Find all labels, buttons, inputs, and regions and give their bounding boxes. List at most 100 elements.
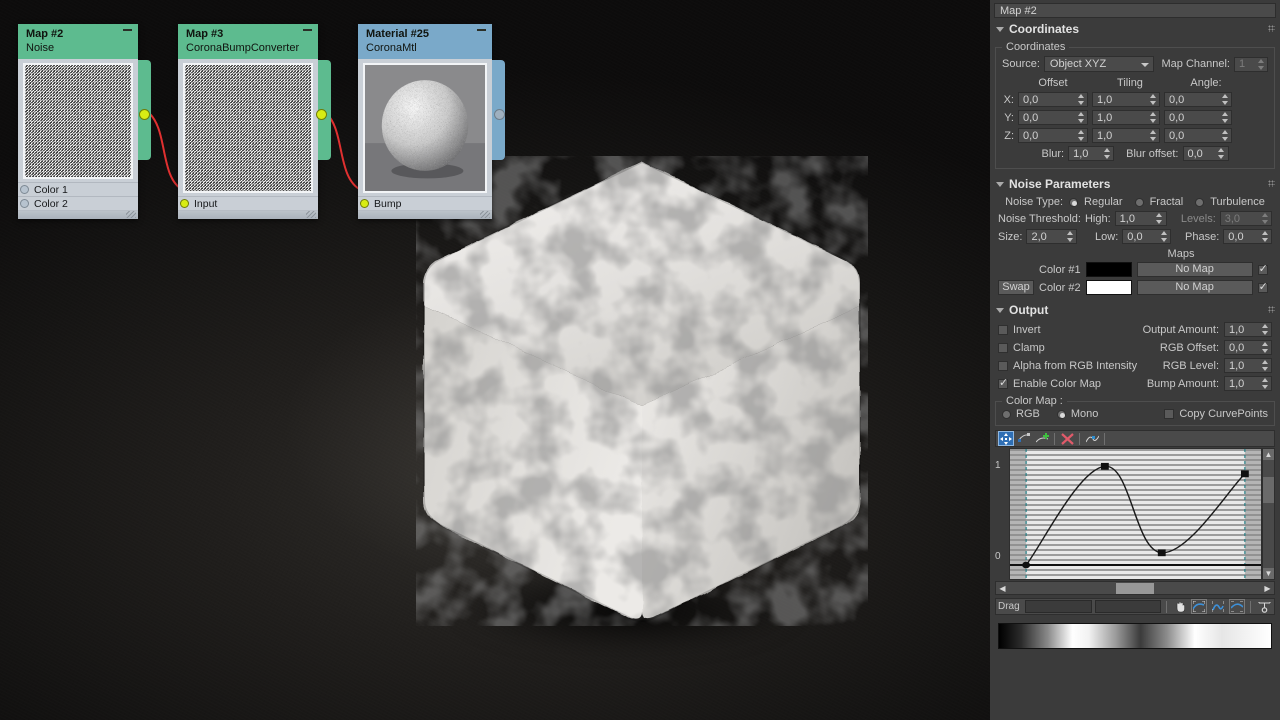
add-point-icon[interactable]	[1034, 431, 1050, 446]
offset-x-spinner[interactable]	[1018, 92, 1088, 107]
rollout-coordinates-header[interactable]: Coordinates	[990, 18, 1280, 39]
spinner-arrows-icon[interactable]	[1259, 360, 1270, 371]
delete-point-icon[interactable]	[1059, 431, 1075, 446]
viewport[interactable]: Map #2 Noise Color 1 Color 2 Map #3 Coro…	[0, 0, 990, 720]
low-spinner[interactable]	[1122, 229, 1172, 244]
curve-vertical-scrollbar[interactable]: ▲ ▼	[1262, 448, 1275, 580]
high-spinner[interactable]	[1114, 211, 1167, 226]
curve-plot[interactable]	[1010, 449, 1261, 579]
move-point-icon[interactable]	[998, 431, 1014, 446]
bezier-curve-icon[interactable]	[1084, 431, 1100, 446]
spinner-arrows-icon[interactable]	[1147, 112, 1158, 123]
zoom-region-icon[interactable]	[1229, 599, 1245, 614]
curve-editor[interactable]: 1 0 ▲ ▼	[995, 448, 1275, 580]
spinner-arrows-icon[interactable]	[1219, 130, 1230, 141]
noise-type-fractal-radio[interactable]	[1134, 197, 1144, 207]
node-map2-footer[interactable]	[18, 210, 138, 219]
minimize-icon[interactable]	[123, 29, 132, 31]
spinner-arrows-icon[interactable]	[1147, 130, 1158, 141]
color1-map-button[interactable]: No Map	[1136, 262, 1253, 277]
scroll-right-icon[interactable]: ▶	[1262, 583, 1273, 594]
node-map2-thumbnail[interactable]	[23, 63, 133, 179]
spinner-arrows-icon[interactable]	[1154, 213, 1165, 224]
color2-swatch[interactable]	[1085, 280, 1132, 295]
spinner-arrows-icon[interactable]	[1075, 130, 1086, 141]
source-select[interactable]: Object XYZ	[1043, 56, 1154, 72]
curve-horizontal-scrollbar[interactable]: ◀ ▶	[995, 581, 1275, 595]
node-material25-footer[interactable]	[358, 210, 492, 219]
color2-map-button[interactable]: No Map	[1136, 280, 1253, 295]
rendered-cube[interactable]	[416, 156, 868, 626]
alpha-from-rgb-checkbox[interactable]	[998, 360, 1008, 371]
node-map2-output-port[interactable]	[139, 109, 150, 120]
zoom-extents-icon[interactable]	[1191, 599, 1207, 614]
scroll-left-icon[interactable]: ◀	[997, 583, 1008, 594]
zoom-horizontal-icon[interactable]	[1210, 599, 1226, 614]
node-map3-footer[interactable]	[178, 210, 318, 219]
blur-offset-spinner[interactable]	[1182, 146, 1229, 161]
angle-x-spinner[interactable]	[1164, 92, 1232, 107]
spinner-arrows-icon[interactable]	[1259, 324, 1270, 335]
levels-spinner[interactable]	[1219, 211, 1272, 226]
enable-color-map-checkbox[interactable]	[998, 377, 1008, 389]
scroll-down-icon[interactable]: ▼	[1263, 568, 1274, 579]
chevron-down-icon[interactable]	[996, 307, 1004, 313]
spinner-arrows-icon[interactable]	[1259, 342, 1270, 353]
node-material25-output-port[interactable]	[494, 109, 505, 120]
tiling-y-spinner[interactable]	[1092, 110, 1160, 125]
blur-spinner[interactable]	[1068, 146, 1115, 161]
spinner-arrows-icon[interactable]	[1259, 231, 1270, 242]
spinner-arrows-icon[interactable]	[1219, 94, 1230, 105]
zoom-region-tool-icon[interactable]	[1256, 599, 1272, 614]
minimize-icon[interactable]	[477, 29, 486, 31]
scale-point-icon[interactable]	[1016, 431, 1032, 446]
curve-toolbar[interactable]	[995, 430, 1275, 447]
node-material25-thumbnail[interactable]	[363, 63, 487, 193]
rollout-noise-header[interactable]: Noise Parameters	[990, 173, 1280, 194]
rgb-radio[interactable]	[1002, 409, 1011, 419]
pan-hand-icon[interactable]	[1172, 599, 1188, 614]
spinner-arrows-icon[interactable]	[1075, 94, 1086, 105]
spinner-arrows-icon[interactable]	[1158, 231, 1169, 242]
node-map3[interactable]: Map #3 CoronaBumpConverter Input	[178, 24, 331, 219]
swap-button[interactable]: Swap	[998, 280, 1034, 295]
node-map3-input-input[interactable]: Input	[178, 196, 318, 210]
socket-icon[interactable]	[360, 199, 369, 208]
node-material25-input-bump[interactable]: Bump	[358, 196, 492, 210]
color1-map-checkbox[interactable]	[1257, 263, 1268, 275]
socket-icon[interactable]	[20, 185, 29, 194]
node-map3-header[interactable]: Map #3 CoronaBumpConverter	[178, 24, 318, 59]
socket-icon[interactable]	[20, 199, 29, 208]
scroll-up-icon[interactable]: ▲	[1263, 449, 1274, 460]
bump-amount-spinner[interactable]	[1224, 376, 1272, 391]
spinner-arrows-icon[interactable]	[1216, 148, 1227, 159]
offset-y-spinner[interactable]	[1018, 110, 1088, 125]
size-spinner[interactable]	[1026, 229, 1078, 244]
noise-type-regular-radio[interactable]	[1069, 197, 1079, 207]
node-map3-output-port[interactable]	[316, 109, 327, 120]
noise-type-turbulence-radio[interactable]	[1195, 197, 1205, 207]
curve-graph[interactable]	[1009, 448, 1262, 580]
spinner-arrows-icon[interactable]	[1147, 94, 1158, 105]
curve-status-bar[interactable]: Drag	[995, 598, 1275, 615]
node-map2-input-color2[interactable]: Color 2	[18, 196, 138, 210]
node-material25[interactable]: Material #25 CoronaMtl Bump	[358, 24, 505, 219]
rollout-output-header[interactable]: Output	[990, 299, 1280, 320]
spinner-arrows-icon[interactable]	[1064, 231, 1075, 242]
command-panel[interactable]: Map #2 Coordinates Coordinates Source: O…	[990, 0, 1280, 720]
angle-y-spinner[interactable]	[1164, 110, 1232, 125]
angle-z-spinner[interactable]	[1164, 128, 1232, 143]
output-amount-spinner[interactable]	[1224, 322, 1272, 337]
chevron-down-icon[interactable]	[996, 181, 1004, 187]
spinner-arrows-icon[interactable]	[1101, 148, 1112, 159]
spinner-arrows-icon[interactable]	[1259, 213, 1270, 224]
color2-map-checkbox[interactable]	[1257, 281, 1268, 293]
tiling-x-spinner[interactable]	[1092, 92, 1160, 107]
spinner-arrows-icon[interactable]	[1255, 58, 1266, 70]
copy-curve-points-checkbox[interactable]	[1164, 409, 1175, 419]
drag-field-1[interactable]	[1025, 600, 1092, 613]
spinner-arrows-icon[interactable]	[1219, 112, 1230, 123]
color1-swatch[interactable]	[1085, 262, 1132, 277]
spinner-arrows-icon[interactable]	[1075, 112, 1086, 123]
tiling-z-spinner[interactable]	[1092, 128, 1160, 143]
